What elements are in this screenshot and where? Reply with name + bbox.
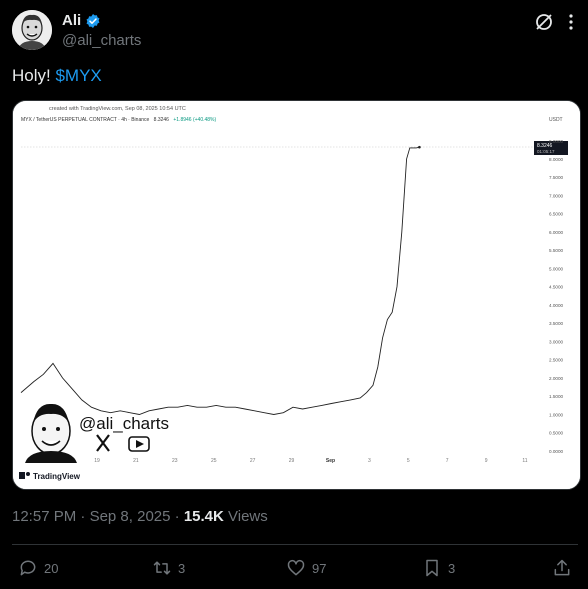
- x-tick-label: 27: [250, 458, 256, 464]
- like-count: 97: [312, 560, 327, 576]
- reply-icon: [20, 560, 36, 576]
- share-icon: [554, 559, 570, 576]
- x-tick-label: 11: [522, 458, 527, 464]
- x-tick-label: 9: [485, 458, 488, 464]
- y-tick-label: 4.5000: [549, 285, 563, 290]
- tweet-meta: 12:57 PM · Sep 8, 2025 · 15.4K Views: [12, 508, 268, 525]
- y-tick-label: 0.0000: [549, 449, 563, 454]
- y-tick-label: 6.5000: [549, 212, 563, 217]
- y-tick-label: 8.0000: [549, 157, 563, 162]
- views-label: Views: [228, 508, 268, 525]
- avatar[interactable]: [12, 10, 52, 50]
- x-tick-label: 29: [289, 458, 295, 464]
- more-options-icon[interactable]: [564, 12, 578, 32]
- tweet-time[interactable]: 12:57 PM: [12, 508, 76, 525]
- y-tick-label: 1.5000: [549, 394, 563, 399]
- tweet-text-prefix: Holy!: [12, 66, 51, 85]
- tweet-text: Holy! $MYX: [12, 66, 102, 86]
- divider: [12, 544, 578, 545]
- display-name[interactable]: Ali: [62, 12, 81, 29]
- tweet-date[interactable]: Sep 8, 2025: [90, 508, 171, 525]
- created-with-label: created with TradingView.com, Sep 08, 20…: [49, 106, 186, 112]
- like-button[interactable]: 97: [286, 558, 326, 578]
- grok-icon[interactable]: [534, 12, 554, 32]
- x-tick-label: 19: [94, 458, 100, 464]
- symbol-line: MYX / TetherUS PERPETUAL CONTRACT · 4h ·…: [21, 117, 150, 123]
- author-handle[interactable]: @ali_charts: [62, 32, 141, 49]
- x-tick-label: 5: [407, 458, 410, 464]
- x-tick-label: 21: [133, 458, 139, 464]
- reply-button[interactable]: 20: [18, 558, 58, 578]
- x-tick-label: 23: [172, 458, 178, 464]
- repost-button[interactable]: 3: [152, 558, 185, 578]
- verified-badge-icon: [86, 13, 100, 28]
- bookmark-button[interactable]: 3: [422, 558, 455, 578]
- watermark-handle: @ali_charts: [79, 414, 169, 433]
- price-value: 8.3246: [154, 117, 170, 123]
- y-tick-label: 2.5000: [549, 358, 563, 363]
- y-tick-label: 0.5000: [549, 431, 563, 436]
- reply-count: 20: [44, 560, 59, 576]
- y-tick-label: 7.0000: [549, 193, 563, 198]
- repost-count: 3: [178, 560, 186, 576]
- currency-label: USDT: [549, 117, 563, 123]
- action-bar: 20 3 97 3: [0, 558, 588, 582]
- cashtag-link[interactable]: $MYX: [55, 66, 101, 85]
- y-tick-label: 2.0000: [549, 376, 563, 381]
- repost-icon: [153, 561, 171, 575]
- meta-separator: ·: [174, 508, 180, 525]
- views-count: 15.4K: [183, 508, 224, 525]
- last-price-countdown: 01:05:17: [537, 149, 555, 154]
- share-button[interactable]: [552, 558, 572, 578]
- x-tick-label: 3: [368, 458, 371, 464]
- symbol-label: MYX / TetherUS PERPETUAL CONTRACT · 4h ·…: [21, 117, 217, 123]
- y-tick-label: 5.0000: [549, 266, 563, 271]
- chart-image[interactable]: created with TradingView.com, Sep 08, 20…: [12, 100, 581, 490]
- meta-separator: ·: [80, 508, 86, 525]
- y-tick-label: 7.5000: [549, 175, 563, 180]
- y-tick-label: 9.0000: [549, 139, 563, 144]
- price-change: +1.8946 (+40.48%): [173, 117, 216, 123]
- author-name-row: Ali: [62, 12, 101, 29]
- y-tick-label: 5.5000: [549, 248, 563, 253]
- tradingview-brand: TradingView: [33, 472, 81, 481]
- y-tick-label: 6.0000: [549, 230, 563, 235]
- x-tick-label: Sep: [326, 458, 335, 464]
- bookmark-count: 3: [448, 560, 456, 576]
- y-tick-label: 3.0000: [549, 339, 563, 344]
- last-point-marker: [418, 145, 421, 149]
- price-chart: created with TradingView.com, Sep 08, 20…: [13, 101, 580, 489]
- y-tick-label: 1.0000: [549, 412, 563, 417]
- x-tick-label: 25: [211, 458, 217, 464]
- y-tick-label: 3.5000: [549, 321, 563, 326]
- tweet: Ali @ali_charts Holy! $MYX created with …: [0, 0, 588, 589]
- heart-icon: [287, 559, 305, 576]
- bookmark-icon: [426, 559, 438, 577]
- y-tick-label: 4.0000: [549, 303, 563, 308]
- avatar-portrait-icon: [12, 10, 52, 50]
- x-tick-label: 7: [446, 458, 449, 464]
